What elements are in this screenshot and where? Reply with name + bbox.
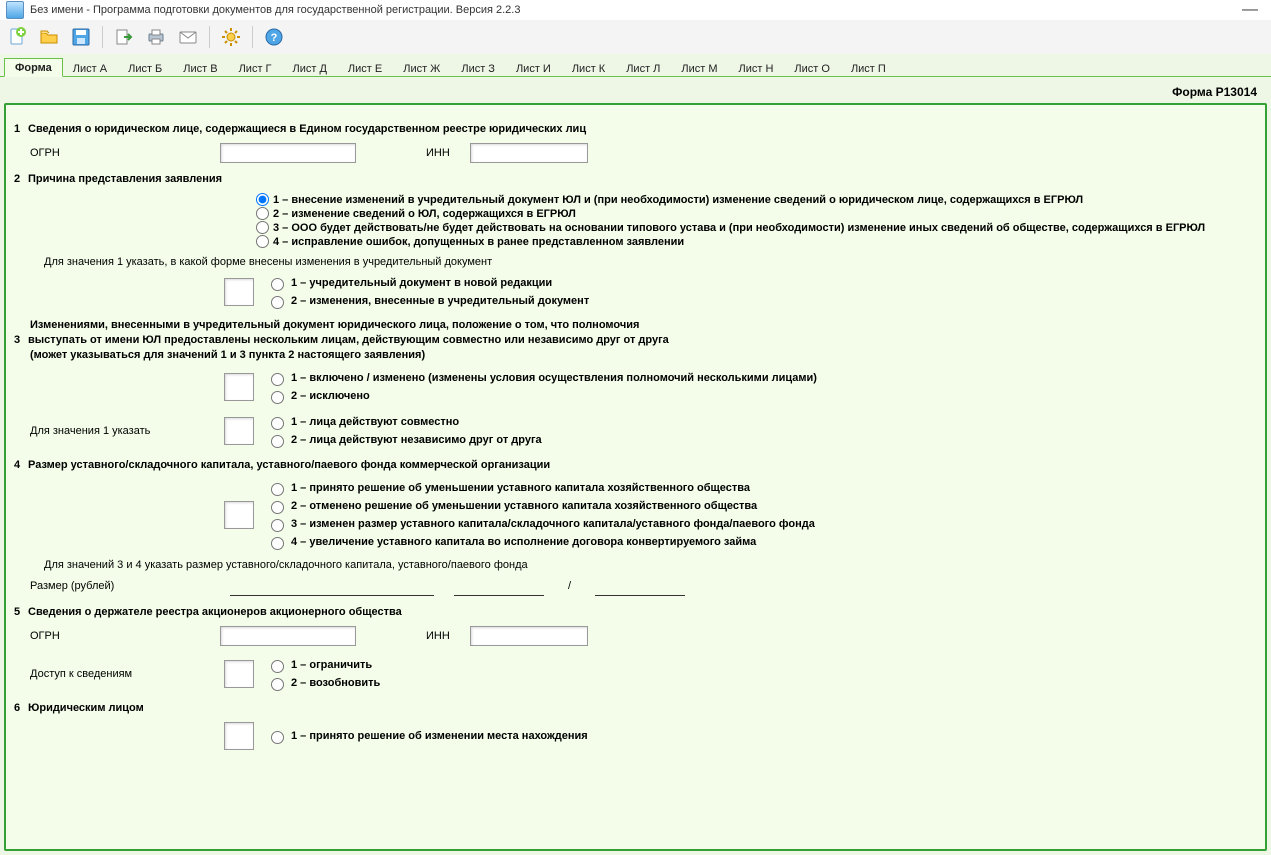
tab-list-i[interactable]: Лист И: [505, 59, 562, 77]
powers-radio-1[interactable]: 1 – включено / изменено (изменены услови…: [266, 370, 817, 386]
capital-size-label: Размер (рублей): [30, 580, 210, 592]
tab-list-z[interactable]: Лист З: [450, 59, 506, 77]
ogrn-input[interactable]: [220, 143, 356, 163]
amend-form-box[interactable]: [224, 278, 254, 306]
capital-radio-1[interactable]: 1 – принято решение об уменьшении уставн…: [266, 480, 815, 496]
toolbar: ?: [0, 20, 1271, 54]
minimize-button[interactable]: —: [1235, 1, 1265, 19]
gear-icon[interactable]: [220, 26, 242, 48]
capital-size-main[interactable]: [230, 577, 434, 596]
capital-size-b[interactable]: [595, 577, 685, 596]
capital-radio-3[interactable]: 3 – изменен размер уставного капитала/ск…: [266, 516, 815, 532]
tab-list-g[interactable]: Лист Г: [228, 59, 283, 77]
tab-list-o[interactable]: Лист О: [783, 59, 841, 77]
inn-label: ИНН: [426, 147, 450, 159]
tab-list-zh[interactable]: Лист Ж: [392, 59, 451, 77]
access-radio-2[interactable]: 2 – возобновить: [266, 675, 380, 691]
reason-radio-2[interactable]: 2 – изменение сведений о ЮЛ, содержащихс…: [256, 207, 1257, 220]
section-4-title: 4Размер уставного/складочного капитала, …: [14, 459, 1257, 471]
holder-ogrn-label: ОГРН: [30, 630, 80, 642]
section-6-title: 6Юридическим лицом: [14, 702, 1257, 714]
tab-list-a[interactable]: Лист А: [62, 59, 118, 77]
powers-radio-2[interactable]: 2 – исключено: [266, 388, 817, 404]
tab-list-n[interactable]: Лист Н: [728, 59, 785, 77]
ogrn-label: ОГРН: [30, 147, 80, 159]
holder-inn-input[interactable]: [470, 626, 588, 646]
reason-radio-1[interactable]: 1 – внесение изменений в учредительный д…: [256, 193, 1257, 206]
tab-list-d[interactable]: Лист Д: [282, 59, 338, 77]
toolbar-separator: [252, 26, 253, 48]
amend-form-radio-1[interactable]: 1 – учредительный документ в новой редак…: [266, 275, 589, 291]
tab-list-l[interactable]: Лист Л: [615, 59, 671, 77]
svg-text:?: ?: [271, 32, 278, 44]
capital-hint: Для значений 3 и 4 указать размер уставн…: [44, 559, 1257, 571]
new-doc-icon[interactable]: [6, 26, 28, 48]
amend-form-radio-2[interactable]: 2 – изменения, внесенные в учредительный…: [266, 293, 589, 309]
toolbar-separator: [102, 26, 103, 48]
section-3-para: Изменениями, внесенными в учредительный …: [30, 318, 1257, 363]
tab-list-v[interactable]: Лист В: [172, 59, 228, 77]
app-icon: [6, 1, 24, 19]
holder-inn-label: ИНН: [426, 630, 450, 642]
capital-box[interactable]: [224, 501, 254, 529]
tab-list-k[interactable]: Лист К: [561, 59, 616, 77]
toolbar-separator: [209, 26, 210, 48]
print-icon[interactable]: [145, 26, 167, 48]
access-radio-1[interactable]: 1 – ограничить: [266, 657, 380, 673]
sheet-tabs: Форма Лист А Лист Б Лист В Лист Г Лист Д…: [0, 54, 1271, 77]
reason-hint-1: Для значения 1 указать, в какой форме вн…: [44, 256, 1257, 268]
section-5-title: 5Сведения о держателе реестра акционеров…: [14, 606, 1257, 618]
window-titlebar: Без имени - Программа подготовки докумен…: [0, 0, 1271, 20]
tab-list-b[interactable]: Лист Б: [117, 59, 173, 77]
inn-input[interactable]: [470, 143, 588, 163]
powers-mode-box[interactable]: [224, 417, 254, 445]
form-number-title: Форма Р13014: [4, 81, 1267, 103]
legal-radio-1[interactable]: 1 – принято решение об изменении места н…: [266, 728, 588, 744]
form-body: 1Сведения о юридическом лице, содержащие…: [4, 103, 1267, 851]
powers-mode-radio-1[interactable]: 1 – лица действуют совместно: [266, 414, 542, 430]
tab-list-m[interactable]: Лист М: [670, 59, 728, 77]
section-1-title: 1Сведения о юридическом лице, содержащие…: [14, 123, 1257, 135]
help-icon[interactable]: ?: [263, 26, 285, 48]
powers-box[interactable]: [224, 373, 254, 401]
tab-list-e[interactable]: Лист Е: [337, 59, 393, 77]
mail-icon[interactable]: [177, 26, 199, 48]
legal-box[interactable]: [224, 722, 254, 750]
capital-radio-2[interactable]: 2 – отменено решение об уменьшении устав…: [266, 498, 815, 514]
export-icon[interactable]: [113, 26, 135, 48]
reason-radio-4[interactable]: 4 – исправление ошибок, допущенных в ран…: [256, 235, 1257, 248]
window-title: Без имени - Программа подготовки докумен…: [30, 4, 1235, 16]
save-disk-icon[interactable]: [70, 26, 92, 48]
powers-mode-radio-2[interactable]: 2 – лица действуют независимо друг от др…: [266, 432, 542, 448]
access-box[interactable]: [224, 660, 254, 688]
powers-hint: Для значения 1 указать: [30, 425, 224, 437]
capital-slash: /: [564, 580, 575, 592]
capital-radio-4[interactable]: 4 – увеличение уставного капитала во исп…: [266, 534, 815, 550]
tab-list-p[interactable]: Лист П: [840, 59, 897, 77]
section-2-title: 2Причина представления заявления: [14, 173, 1257, 185]
access-label: Доступ к сведениям: [30, 668, 224, 680]
holder-ogrn-input[interactable]: [220, 626, 356, 646]
open-folder-icon[interactable]: [38, 26, 60, 48]
tab-forma[interactable]: Форма: [4, 58, 63, 77]
capital-size-a[interactable]: [454, 577, 544, 596]
reason-radio-3[interactable]: 3 – ООО будет действовать/не будет дейст…: [256, 221, 1257, 234]
